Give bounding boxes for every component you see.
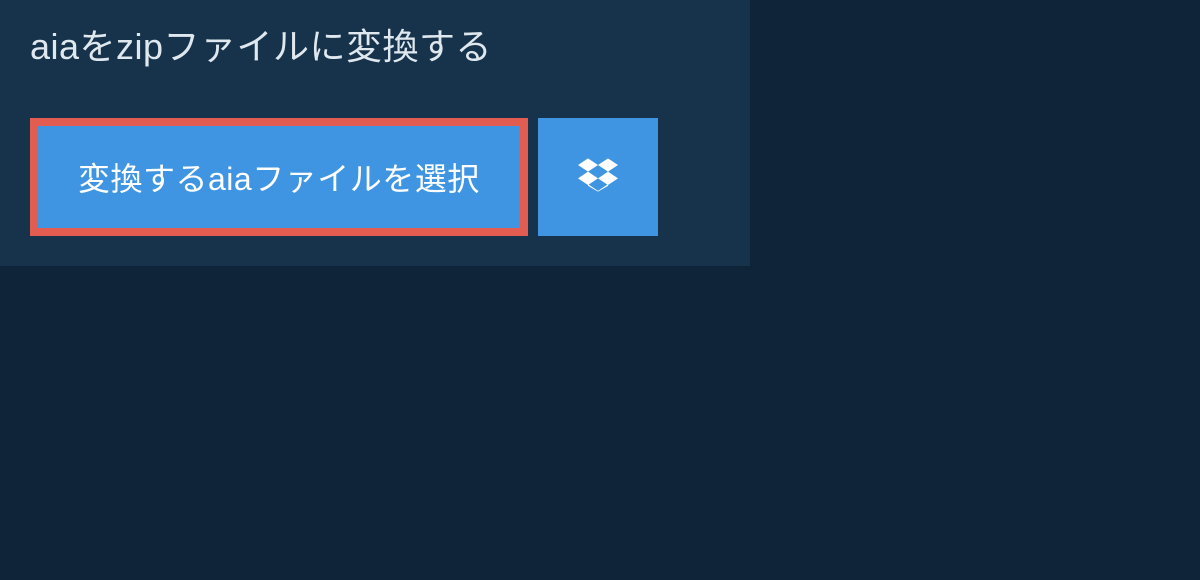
dropbox-button[interactable] — [538, 118, 658, 236]
select-file-button-label: 変換するaiaファイルを選択 — [78, 154, 480, 200]
converter-panel: aiaをzipファイルに変換する 変換するaiaファイルを選択 — [0, 0, 750, 266]
button-row: 変換するaiaファイルを選択 — [30, 118, 750, 236]
title-block: aiaをzipファイルに変換する — [0, 0, 522, 90]
dropbox-icon — [578, 155, 618, 200]
page-title: aiaをzipファイルに変換する — [30, 18, 492, 70]
select-file-button[interactable]: 変換するaiaファイルを選択 — [30, 118, 528, 236]
